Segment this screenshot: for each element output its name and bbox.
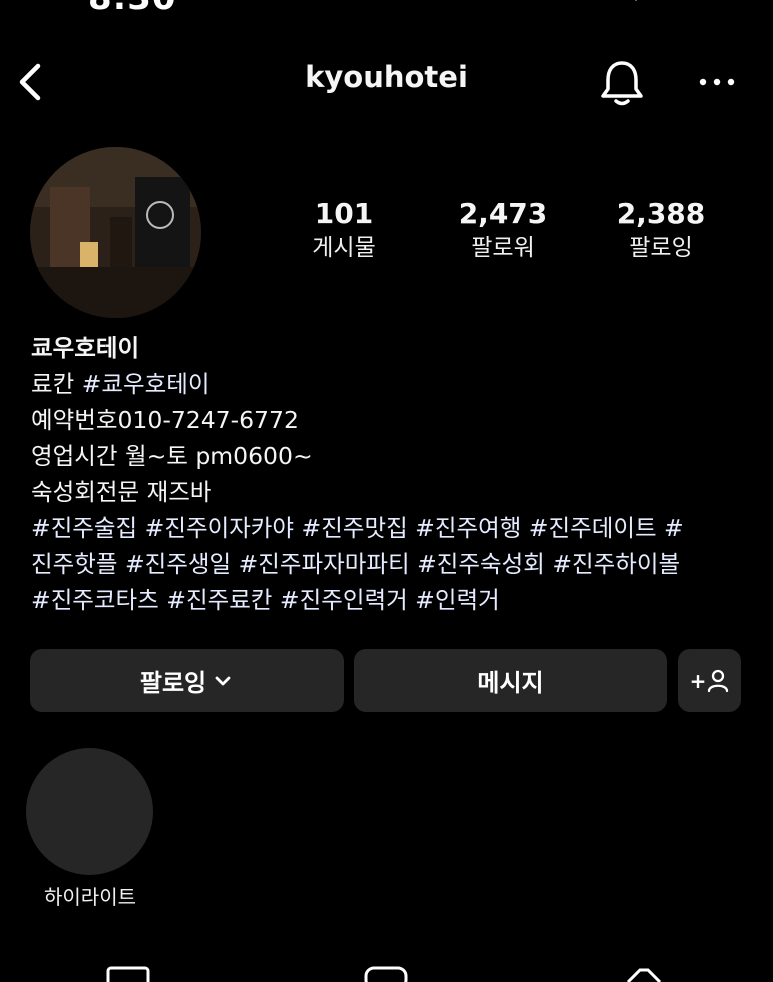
- followers-count: 2,473: [458, 197, 548, 230]
- profile-avatar[interactable]: [30, 147, 201, 318]
- following-button-label: 팔로잉: [139, 669, 207, 697]
- bio-category-line: 료칸 #쿄우호테이: [31, 366, 751, 402]
- storefront-photo: [30, 147, 201, 318]
- notifications-button[interactable]: [598, 56, 646, 108]
- following-button[interactable]: 팔로잉: [30, 649, 344, 712]
- status-time: 8:30: [88, 0, 177, 18]
- message-button-label: 메시지: [477, 669, 544, 697]
- more-horizontal-icon: [699, 78, 735, 86]
- bio-phone-line: 예약번호010-7247-6772: [31, 406, 299, 434]
- more-options-button[interactable]: [696, 62, 738, 102]
- display-name: 쿄우호테이: [31, 334, 140, 362]
- following-stat[interactable]: 2,388 팔로잉: [586, 196, 736, 264]
- add-user-button[interactable]: +: [678, 649, 741, 712]
- add-user-plus: +: [689, 668, 707, 693]
- bell-icon: [601, 61, 643, 106]
- posts-stat[interactable]: 101 게시물: [269, 196, 419, 264]
- bio-category-hashtag[interactable]: #쿄우호테이: [82, 370, 210, 398]
- message-button[interactable]: 메시지: [354, 649, 667, 712]
- following-label: 팔로잉: [629, 235, 693, 261]
- add-person-icon: [708, 669, 729, 692]
- bio-description-line: 숙성회전문 재즈바: [31, 478, 212, 506]
- bio-hashtags-line[interactable]: #진주코타츠 #진주료칸 #진주인력거 #인력거: [31, 582, 751, 618]
- reels-icon[interactable]: [364, 962, 408, 982]
- chevron-down-icon: [215, 676, 231, 685]
- profile-username: kyouhotei: [305, 60, 468, 94]
- posts-count: 101: [314, 197, 374, 230]
- bio-hashtags-line[interactable]: #진주술집 #진주이자카야 #진주맛집 #진주여행 #진주데이트 #: [31, 510, 751, 546]
- bio-hashtags-line[interactable]: 진주핫플 #진주생일 #진주파자마파티 #진주숙성회 #진주하이볼: [31, 546, 751, 582]
- highlight-circle[interactable]: [26, 748, 153, 875]
- followers-stat[interactable]: 2,473 팔로워: [428, 196, 578, 264]
- followers-label: 팔로워: [471, 235, 535, 261]
- following-count: 2,388: [616, 197, 706, 230]
- bio-hours-line: 영업시간 월~토 pm0600~: [31, 442, 313, 470]
- status-icons: [635, 0, 637, 1]
- tagged-icon[interactable]: [622, 962, 666, 982]
- bio-category: 료칸: [31, 370, 75, 398]
- profile-bio: 쿄우호테이 료칸 #쿄우호테이 예약번호010-7247-6772 영업시간 월…: [31, 330, 751, 618]
- grid-icon[interactable]: [106, 962, 150, 982]
- posts-label: 게시물: [312, 235, 376, 261]
- highlight-label: 하이라이트: [44, 885, 136, 909]
